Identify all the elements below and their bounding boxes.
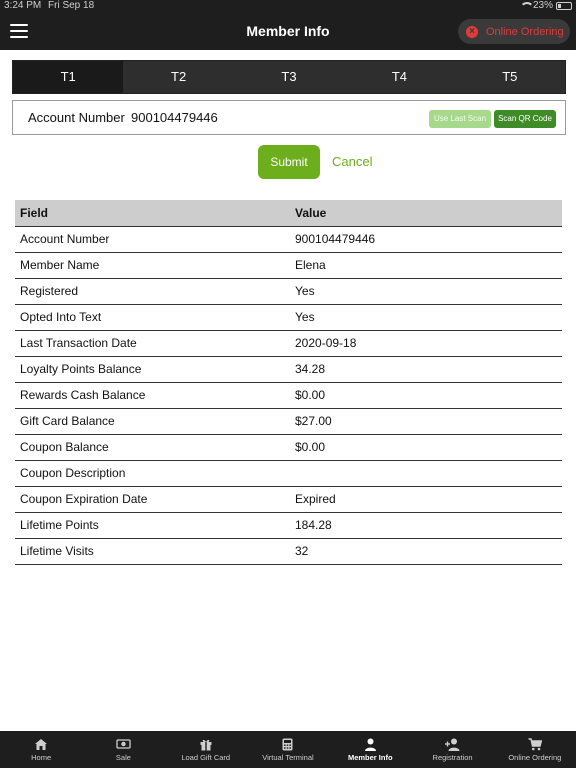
account-number-label: Account Number [28, 110, 125, 125]
nav-registration[interactable]: Registration [411, 731, 493, 768]
scan-qr-code-button[interactable]: Scan QR Code [494, 110, 556, 128]
hamburger-menu-icon[interactable] [10, 24, 28, 38]
field-cell: Loyalty Points Balance [15, 356, 290, 383]
nav-virtual-terminal[interactable]: Virtual Terminal [247, 731, 329, 768]
nav-label: Sale [115, 753, 131, 762]
close-circle-icon: × [466, 25, 478, 38]
nav-sale[interactable]: Sale [82, 731, 164, 768]
online-ordering-toggle[interactable]: × Online Ordering [458, 19, 570, 44]
nav-label: Registration [432, 753, 473, 762]
field-cell: Rewards Cash Balance [15, 382, 290, 409]
battery-percent: 23% [532, 0, 553, 11]
value-cell [290, 460, 562, 487]
value-cell: Yes [290, 278, 562, 305]
status-indicators: 23% [519, 0, 572, 12]
bottom-navigation: Home Sale Load Gift Card Virtual Termina… [0, 731, 576, 768]
field-cell: Coupon Description [15, 460, 290, 487]
table-row: Lifetime Visits 32 [15, 538, 562, 565]
field-cell: Registered [15, 278, 290, 305]
table-row: Loyalty Points Balance 34.28 [15, 356, 562, 383]
value-cell: 900104479446 [290, 226, 562, 253]
tab-t4[interactable]: T4 [344, 61, 454, 93]
gift-icon [200, 739, 212, 750]
field-cell: Account Number [15, 226, 290, 253]
terminal-tabs: T1 T2 T3 T4 T5 [12, 60, 566, 94]
tab-t2[interactable]: T2 [123, 61, 233, 93]
table-row: Gift Card Balance $27.00 [15, 408, 562, 435]
table-row: Registered Yes [15, 278, 562, 305]
field-cell: Lifetime Points [15, 512, 290, 539]
value-cell: $0.00 [290, 434, 562, 461]
wifi-icon [519, 2, 534, 10]
home-icon [35, 738, 48, 750]
field-cell: Coupon Balance [15, 434, 290, 461]
person-icon [364, 738, 376, 751]
tab-t3[interactable]: T3 [234, 61, 344, 93]
nav-label: Online Ordering [508, 753, 562, 762]
table-row: Opted Into Text Yes [15, 304, 562, 331]
tab-t5[interactable]: T5 [455, 61, 565, 93]
nav-label: Virtual Terminal [262, 753, 314, 762]
table-row: Coupon Balance $0.00 [15, 434, 562, 461]
value-cell: 34.28 [290, 356, 562, 383]
use-last-scan-button[interactable]: Use Last Scan [429, 110, 491, 128]
calculator-icon [282, 738, 293, 750]
battery-icon [556, 2, 572, 10]
online-ordering-label: Online Ordering [486, 25, 564, 38]
header-field: Field [15, 200, 290, 227]
tab-t1[interactable]: T1 [13, 61, 124, 93]
table-row: Coupon Description [15, 460, 562, 487]
field-cell: Last Transaction Date [15, 330, 290, 357]
value-cell: 184.28 [290, 512, 562, 539]
field-cell: Coupon Expiration Date [15, 486, 290, 513]
table-row: Account Number 900104479446 [15, 226, 562, 253]
value-cell: Expired [290, 486, 562, 513]
app-header: Member Info × Online Ordering [0, 12, 576, 50]
value-cell: $27.00 [290, 408, 562, 435]
status-bar: 3:24 PM Fri Sep 18 23% [0, 0, 576, 12]
table-row: Member Name Elena [15, 252, 562, 279]
cash-icon [116, 739, 131, 749]
value-cell: Elena [290, 252, 562, 279]
account-number-value[interactable]: 900104479446 [131, 101, 218, 135]
nav-label: Load Gift Card [181, 753, 231, 762]
value-cell: 32 [290, 538, 562, 565]
member-info-table: Field Value Account Number 900104479446 Me… [15, 200, 562, 565]
nav-member-info[interactable]: Member Info [329, 731, 411, 768]
table-header-row: Field Value [15, 200, 562, 227]
table-row: Last Transaction Date 2020-09-18 [15, 330, 562, 357]
nav-label: Home [31, 753, 52, 762]
nav-load-gift-card[interactable]: Load Gift Card [165, 731, 247, 768]
status-time: 3:24 PM [4, 0, 42, 11]
field-cell: Gift Card Balance [15, 408, 290, 435]
status-date: Fri Sep 18 [48, 0, 95, 11]
cancel-button[interactable]: Cancel [332, 145, 380, 179]
value-cell: 2020-09-18 [290, 330, 562, 357]
table-row: Rewards Cash Balance $0.00 [15, 382, 562, 409]
field-cell: Member Name [15, 252, 290, 279]
account-number-field[interactable]: Account Number 900104479446 Use Last Sca… [12, 100, 566, 135]
nav-home[interactable]: Home [0, 731, 82, 768]
submit-button[interactable]: Submit [258, 145, 320, 179]
field-cell: Opted Into Text [15, 304, 290, 331]
nav-label: Member Info [347, 753, 393, 762]
value-cell: Yes [290, 304, 562, 331]
table-row: Coupon Expiration Date Expired [15, 486, 562, 513]
table-row: Lifetime Points 184.28 [15, 512, 562, 539]
field-cell: Lifetime Visits [15, 538, 290, 565]
add-person-icon [444, 738, 460, 751]
nav-online-ordering[interactable]: Online Ordering [494, 731, 576, 768]
header-value: Value [290, 200, 562, 227]
value-cell: $0.00 [290, 382, 562, 409]
cart-icon [528, 737, 542, 750]
